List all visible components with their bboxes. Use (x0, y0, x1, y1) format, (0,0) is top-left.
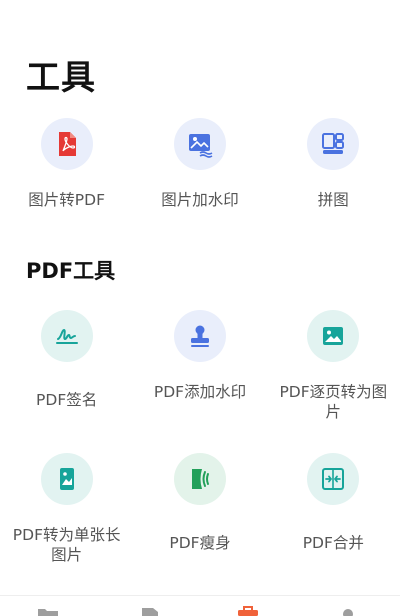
pdf-tools-grid-row2: PDF转为单张长图片 PDF瘦身 PDF合并 (0, 453, 400, 565)
tool-label: PDF瘦身 (169, 534, 231, 552)
pdf-tools-grid-row1: PDF签名 PDF添加水印 PDF逐页转为图片 (0, 310, 400, 422)
image-icon (307, 310, 360, 362)
tool-label: PDF逐页转为图片 (279, 383, 388, 421)
section-title-pdf-tools: PDF工具 (26, 259, 116, 283)
long-image-icon (40, 453, 93, 505)
page-title: 工具 (26, 58, 96, 98)
tools-grid: 图片转PDF 图片加水印 拼图 (0, 118, 400, 210)
pdf-file-icon (40, 118, 93, 170)
tool-label: PDF签名 (36, 391, 98, 409)
toolbox-icon[interactable] (237, 606, 259, 616)
tool-image-to-pdf[interactable]: 图片转PDF (0, 118, 133, 210)
tool-pdf-sign[interactable]: PDF签名 (0, 310, 133, 422)
compress-icon (173, 453, 226, 505)
tool-label: 拼图 (317, 191, 349, 209)
stamp-icon (173, 310, 226, 362)
tool-pdf-merge[interactable]: PDF合并 (267, 453, 400, 565)
tool-label: 图片转PDF (28, 191, 105, 209)
tool-collage[interactable]: 拼图 (267, 118, 400, 210)
image-watermark-icon (173, 118, 226, 170)
tool-pdf-to-images[interactable]: PDF逐页转为图片 (267, 310, 400, 422)
bottom-nav (0, 595, 400, 616)
tool-label: PDF添加水印 (153, 383, 247, 401)
signature-icon (40, 310, 93, 362)
document-icon[interactable] (139, 606, 161, 616)
merge-icon (307, 453, 360, 505)
folder-icon[interactable] (37, 606, 59, 616)
tool-pdf-compress[interactable]: PDF瘦身 (133, 453, 266, 565)
tool-label: 图片加水印 (161, 191, 239, 209)
tool-pdf-watermark[interactable]: PDF添加水印 (133, 310, 266, 422)
tool-image-watermark[interactable]: 图片加水印 (133, 118, 266, 210)
tool-label: PDF转为单张长图片 (12, 526, 121, 564)
tool-label: PDF合并 (302, 534, 364, 552)
collage-icon (307, 118, 360, 170)
tool-pdf-long-image[interactable]: PDF转为单张长图片 (0, 453, 133, 565)
profile-icon[interactable] (337, 606, 359, 616)
